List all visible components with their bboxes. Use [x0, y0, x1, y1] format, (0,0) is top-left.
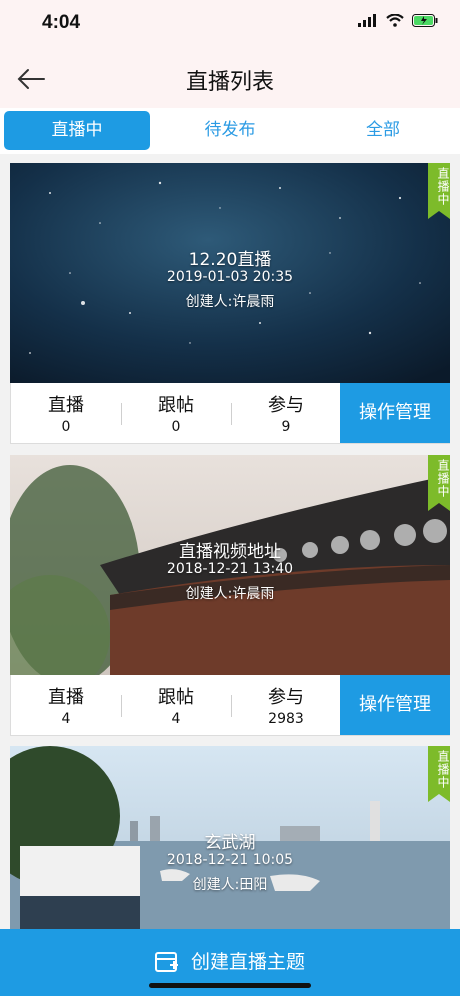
tab-pending[interactable]: 待发布 [157, 111, 303, 150]
stat-label: 跟帖 [158, 687, 194, 708]
live-card[interactable]: 直播中 直播视频地址 2018-12-21 13:40 创建人:许晨雨 直播 4… [10, 455, 450, 736]
live-card[interactable]: 直播中 12.20直播 2019-01-03 20:35 创建人:许晨雨 直播 … [10, 163, 450, 444]
live-tag-label: 直播中 [436, 459, 450, 498]
live-tag-label: 直播中 [436, 750, 450, 789]
status-bar: 4:04 [0, 0, 460, 50]
create-topic-icon [154, 951, 178, 972]
live-title: 12.20直播 [188, 250, 272, 270]
nav-bar: 直播列表 [0, 50, 460, 109]
status-icons [358, 14, 438, 27]
live-title: 直播视频地址 [179, 542, 281, 562]
manage-button[interactable]: 操作管理 [340, 383, 450, 443]
stat-replies: 跟帖 4 [121, 675, 231, 735]
live-creator: 创建人:许晨雨 [185, 586, 275, 602]
signal-icon [358, 14, 376, 27]
tab-bar: 直播中 待发布 全部 [0, 108, 460, 154]
live-date: 2019-01-03 20:35 [166, 269, 294, 285]
create-live-topic-button[interactable]: 创建直播主题 [0, 947, 460, 974]
stat-participants: 参与 2983 [231, 675, 341, 735]
live-status-tag: 直播中 [428, 163, 450, 219]
tab-live[interactable]: 直播中 [4, 111, 150, 150]
stat-label: 直播 [48, 395, 84, 416]
stats-row: 直播 4 跟帖 4 参与 2983 操作管理 [10, 675, 450, 736]
stat-value: 4 [61, 711, 71, 727]
stat-value: 0 [61, 419, 71, 435]
live-title: 玄武湖 [204, 833, 256, 853]
stat-value: 0 [171, 419, 181, 435]
stat-label: 参与 [268, 395, 304, 416]
live-tag-label: 直播中 [436, 167, 450, 206]
card-cover-image[interactable]: 直播中 直播视频地址 2018-12-21 13:40 创建人:许晨雨 [10, 455, 450, 675]
home-indicator [149, 983, 311, 988]
live-status-tag: 直播中 [428, 455, 450, 511]
status-time: 4:04 [42, 12, 81, 33]
stat-live: 直播 4 [11, 675, 121, 735]
page-title: 直播列表 [185, 70, 274, 95]
battery-icon [412, 14, 438, 27]
live-creator: 创建人:许晨雨 [185, 294, 275, 310]
create-label: 创建直播主题 [191, 951, 306, 973]
live-status-tag: 直播中 [428, 746, 450, 802]
stat-replies: 跟帖 0 [121, 383, 231, 443]
stat-value: 2983 [268, 711, 304, 727]
card-cover-image[interactable]: 直播中 12.20直播 2019-01-03 20:35 创建人:许晨雨 [10, 163, 450, 383]
stat-value: 9 [281, 419, 291, 435]
stat-label: 直播 [48, 687, 84, 708]
live-date: 2018-12-21 13:40 [166, 561, 294, 577]
wifi-icon [386, 14, 404, 27]
tab-all[interactable]: 全部 [310, 111, 456, 150]
stat-value: 4 [171, 711, 181, 727]
stat-label: 跟帖 [158, 395, 194, 416]
stat-participants: 参与 9 [231, 383, 341, 443]
stat-live: 直播 0 [11, 383, 121, 443]
live-date: 2018-12-21 10:05 [166, 852, 294, 868]
manage-button[interactable]: 操作管理 [340, 675, 450, 735]
live-creator: 创建人:田阳 [192, 877, 268, 893]
stats-row: 直播 0 跟帖 0 参与 9 操作管理 [10, 383, 450, 444]
stat-label: 参与 [268, 687, 304, 708]
